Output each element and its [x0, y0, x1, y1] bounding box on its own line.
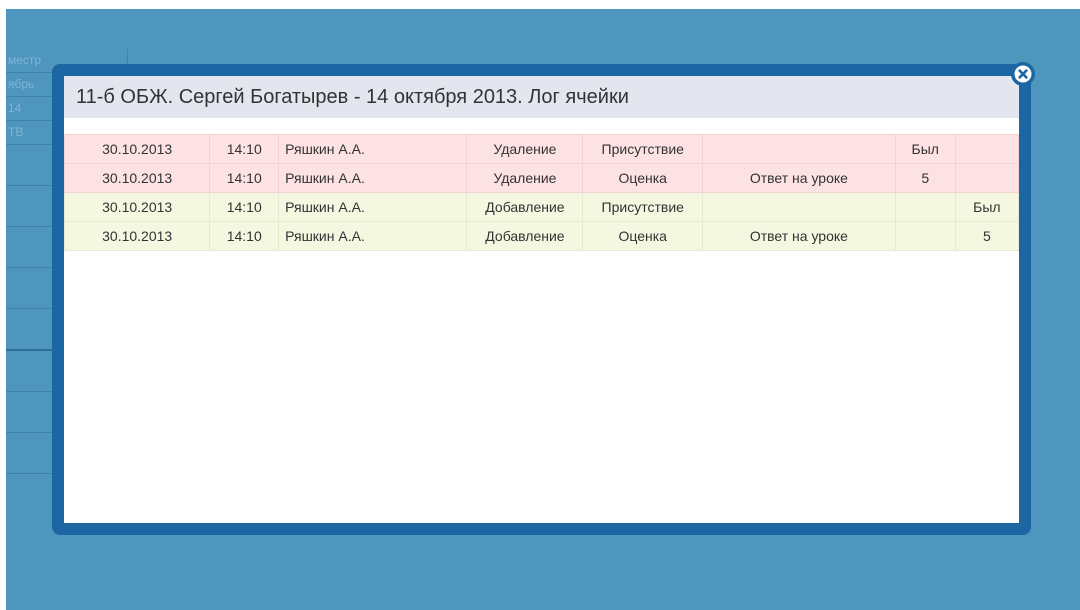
log-new-value-cell: 5 — [954, 221, 1019, 251]
cell-log-modal: 11-б ОБЖ. Сергей Богатырев - 14 октября … — [52, 64, 1031, 535]
log-time-cell: 14:10 — [209, 192, 280, 222]
log-type-cell: Оценка — [582, 163, 704, 193]
background-row — [6, 392, 52, 433]
log-comment-cell — [702, 192, 896, 222]
log-date-cell: 30.10.2013 — [64, 134, 211, 164]
log-date-cell: 30.10.2013 — [64, 221, 211, 251]
log-time-cell: 14:10 — [209, 221, 280, 251]
log-old-value-cell: Был — [894, 134, 956, 164]
log-action-cell: Удаление — [466, 134, 584, 164]
log-new-value-cell — [954, 134, 1019, 164]
log-row: 30.10.2013 14:10 Ряшкин А.А. Удаление Оценка… — [64, 163, 1019, 193]
background-row — [6, 309, 52, 351]
log-date-cell: 30.10.2013 — [64, 192, 211, 222]
background-row — [6, 268, 52, 309]
log-user-cell: Ряшкин А.А. — [278, 192, 468, 222]
log-user-cell: Ряшкин А.А. — [278, 221, 468, 251]
cell-log-table: 30.10.2013 14:10 Ряшкин А.А. Удаление Присут… — [64, 134, 1019, 251]
close-button[interactable] — [1011, 62, 1035, 86]
log-type-cell: Оценка — [582, 221, 704, 251]
modal-title: 11-б ОБЖ. Сергей Богатырев - 14 октября … — [64, 76, 1019, 118]
log-old-value-cell — [894, 192, 956, 222]
modal-content: 11-б ОБЖ. Сергей Богатырев - 14 октября … — [64, 76, 1019, 523]
log-comment-cell: Ответ на уроке — [702, 221, 896, 251]
background-row — [6, 351, 52, 392]
log-type-cell: Присутствие — [582, 192, 704, 222]
log-date-cell: 30.10.2013 — [64, 163, 211, 193]
background-row — [6, 186, 52, 227]
log-row: 30.10.2013 14:10 Ряшкин А.А. Добавление Прис… — [64, 192, 1019, 222]
log-row: 30.10.2013 14:10 Ряшкин А.А. Удаление Присут… — [64, 134, 1019, 164]
log-row: 30.10.2013 14:10 Ряшкин А.А. Добавление Оцен… — [64, 221, 1019, 251]
background-row — [6, 433, 52, 474]
log-action-cell: Добавление — [466, 192, 584, 222]
log-type-cell: Присутствие — [582, 134, 704, 164]
log-action-cell: Добавление — [466, 221, 584, 251]
log-action-cell: Удаление — [466, 163, 584, 193]
close-circle-icon — [1014, 65, 1032, 83]
log-comment-cell: Ответ на уроке — [702, 163, 896, 193]
log-new-value-cell — [954, 163, 1019, 193]
log-old-value-cell — [894, 221, 956, 251]
log-time-cell: 14:10 — [209, 134, 280, 164]
log-user-cell: Ряшкин А.А. — [278, 134, 468, 164]
log-time-cell: 14:10 — [209, 163, 280, 193]
log-new-value-cell: Был — [954, 192, 1019, 222]
log-user-cell: Ряшкин А.А. — [278, 163, 468, 193]
log-old-value-cell: 5 — [894, 163, 956, 193]
background-row — [6, 227, 52, 268]
background-row — [6, 145, 52, 186]
log-comment-cell — [702, 134, 896, 164]
